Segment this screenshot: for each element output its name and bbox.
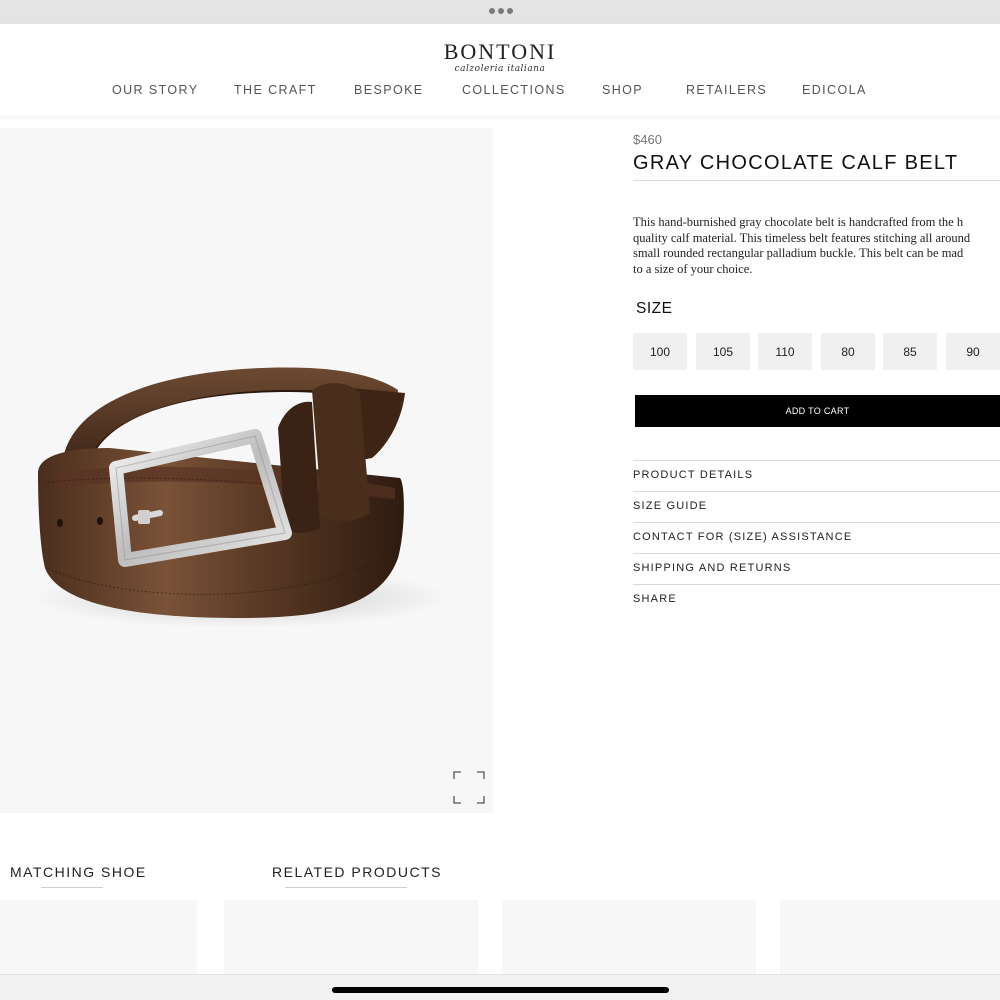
nav-collections[interactable]: COLLECTIONS [462, 83, 566, 97]
accordion-product-details[interactable]: PRODUCT DETAILS [633, 469, 753, 481]
product-image[interactable] [0, 128, 493, 813]
nav-shop[interactable]: SHOP [602, 83, 643, 97]
nav-the-craft[interactable]: THE CRAFT [234, 83, 317, 97]
product-price: $460 [633, 132, 662, 147]
title-divider [633, 180, 1000, 181]
size-option-90[interactable]: 90 [946, 333, 1000, 370]
product-description: This hand-burnished gray chocolate belt … [633, 215, 1000, 279]
related-product-card[interactable] [780, 900, 1000, 976]
related-product-card[interactable] [224, 900, 478, 976]
description-line: small rounded rectangular palladium buck… [633, 246, 964, 260]
browser-top-bar [0, 0, 1000, 24]
matching-shoe-title[interactable]: MATCHING SHOE [10, 864, 147, 880]
accordion-divider [633, 491, 1000, 492]
accordion-share[interactable]: SHARE [633, 593, 677, 605]
size-label: SIZE [636, 300, 673, 317]
related-products-title[interactable]: RELATED PRODUCTS [272, 864, 442, 880]
browser-bottom-bar [0, 974, 1000, 1000]
description-line: quality calf material. This timeless bel… [633, 230, 971, 245]
home-indicator[interactable] [332, 987, 669, 993]
add-to-cart-button[interactable]: ADD TO CART [635, 395, 1000, 427]
site-header: BONTONI calzoleria italiana OUR STORY TH… [0, 24, 1000, 116]
belt-illustration [30, 367, 450, 628]
main-nav: OUR STORY THE CRAFT BESPOKE COLLECTIONS … [0, 83, 1000, 99]
accordion-contact-assistance[interactable]: CONTACT FOR (SIZE) ASSISTANCE [633, 531, 852, 543]
size-option-110[interactable]: 110 [758, 333, 812, 370]
product-title: GRAY CHOCOLATE CALF BELT [633, 152, 959, 174]
accordion-divider [633, 553, 1000, 554]
accordion-size-guide[interactable]: SIZE GUIDE [633, 500, 707, 512]
matching-shoe-underline [41, 887, 103, 888]
accordion-divider [633, 522, 1000, 523]
nav-our-story[interactable]: OUR STORY [112, 83, 198, 97]
brand-tagline: calzoleria italiana [454, 64, 546, 74]
related-product-card[interactable] [502, 900, 756, 976]
nav-edicola[interactable]: EDICOLA [802, 83, 867, 97]
brand-logo[interactable]: BONTONI calzoleria italiana [0, 39, 1000, 75]
nav-retailers[interactable]: RETAILERS [686, 83, 767, 97]
accordion-divider [633, 584, 1000, 585]
size-option-85[interactable]: 85 [883, 333, 937, 370]
size-option-100[interactable]: 100 [633, 333, 687, 370]
related-products-underline [285, 887, 407, 888]
description-line: This hand-burnished gray chocolate belt … [633, 215, 964, 229]
description-line: to a size of your choice. [633, 261, 753, 276]
nav-bespoke[interactable]: BESPOKE [354, 83, 424, 97]
expand-icon[interactable] [453, 771, 485, 804]
size-option-105[interactable]: 105 [696, 333, 750, 370]
accordion-divider [633, 460, 1000, 461]
size-option-80[interactable]: 80 [821, 333, 875, 370]
accordion-shipping-returns[interactable]: SHIPPING AND RETURNS [633, 562, 791, 574]
more-options-icon[interactable] [489, 8, 513, 14]
brand-name: BONTONI [443, 39, 557, 64]
matching-shoe-card[interactable] [0, 900, 197, 976]
